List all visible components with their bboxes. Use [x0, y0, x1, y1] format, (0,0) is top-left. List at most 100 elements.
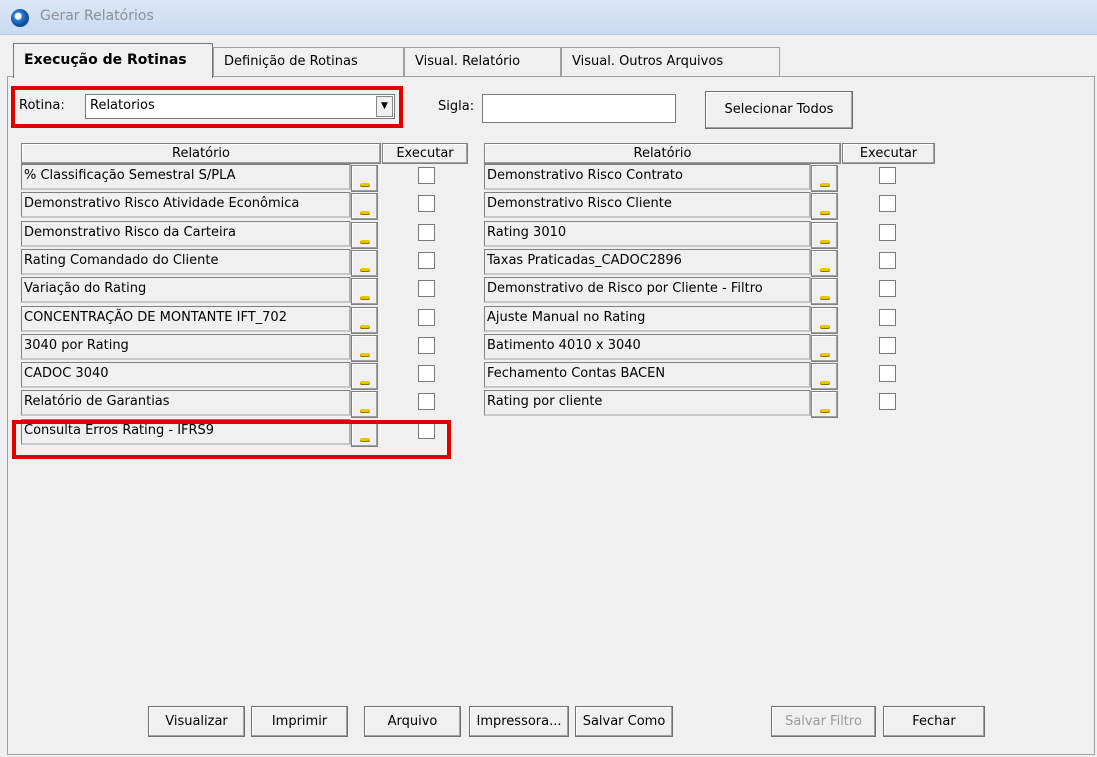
- report-name: Demonstrativo Risco da Carteira: [21, 220, 351, 247]
- ellipsis-button[interactable]: [811, 334, 838, 362]
- fechar-button[interactable]: Fechar: [883, 706, 985, 737]
- title-bar: Gerar Relatórios: [0, 0, 1097, 35]
- report-name: CADOC 3040: [21, 362, 351, 389]
- report-name: Relatório de Garantias: [21, 390, 351, 417]
- ellipsis-button[interactable]: [811, 249, 838, 277]
- executar-checkbox[interactable]: [879, 195, 896, 213]
- executar-checkbox[interactable]: [418, 308, 435, 326]
- ellipsis-icon: [360, 324, 370, 329]
- imprimir-button[interactable]: Imprimir: [251, 706, 348, 737]
- ellipsis-button[interactable]: [351, 249, 378, 277]
- report-name: Variação do Rating: [21, 277, 351, 304]
- report-name: CONCENTRAÇÃO DE MONTANTE IFT_702: [21, 305, 351, 332]
- report-name: % Classificação Semestral S/PLA: [21, 164, 351, 190]
- ellipsis-button[interactable]: [351, 334, 378, 362]
- executar-checkbox[interactable]: [418, 421, 435, 439]
- impressora-button[interactable]: Impressora...: [469, 706, 569, 737]
- report-name: Taxas Praticadas_CADOC2896: [484, 248, 811, 275]
- ellipsis-button[interactable]: [351, 165, 378, 192]
- executar-checkbox[interactable]: [879, 251, 896, 269]
- executar-checkbox[interactable]: [418, 280, 435, 298]
- executar-checkbox[interactable]: [418, 251, 435, 269]
- ellipsis-button[interactable]: [351, 391, 378, 419]
- executar-checkbox[interactable]: [879, 365, 896, 383]
- ellipsis-button[interactable]: [351, 278, 378, 306]
- report-name: Demonstrativo de Risco por Cliente - Fil…: [484, 277, 811, 304]
- window-client: Execução de Rotinas Definição de Rotinas…: [7, 36, 1097, 757]
- executar-checkbox[interactable]: [879, 280, 896, 298]
- executar-checkbox[interactable]: [879, 336, 896, 354]
- report-name: Demonstrativo Risco Atividade Econômica: [21, 192, 351, 219]
- tab-strip: Execução de Rotinas Definição de Rotinas…: [7, 43, 1097, 78]
- report-name: Rating 3010: [484, 220, 811, 247]
- rotina-select[interactable]: Relatorios ▼: [85, 94, 395, 119]
- report-name: Demonstrativo Risco Contrato: [484, 164, 811, 190]
- ellipsis-icon: [820, 409, 830, 414]
- ellipsis-icon: [360, 239, 370, 244]
- ellipsis-button[interactable]: [351, 306, 378, 334]
- executar-checkbox[interactable]: [418, 223, 435, 241]
- executar-checkbox[interactable]: [879, 223, 896, 241]
- executar-checkbox[interactable]: [879, 393, 896, 411]
- ellipsis-icon: [820, 296, 830, 301]
- ellipsis-button[interactable]: [351, 221, 378, 249]
- ellipsis-button[interactable]: [811, 391, 838, 419]
- tab-panel: Rotina: Relatorios ▼ Sigla: Selecionar T…: [7, 76, 1095, 755]
- tab-definicao-de-rotinas[interactable]: Definição de Rotinas: [213, 47, 404, 77]
- arquivo-button[interactable]: Arquivo: [364, 706, 461, 737]
- ellipsis-button[interactable]: [811, 193, 838, 221]
- tab-execucao-de-rotinas[interactable]: Execução de Rotinas: [13, 43, 213, 78]
- ellipsis-icon: [820, 324, 830, 329]
- tab-visual-relatorio[interactable]: Visual. Relatório: [404, 47, 561, 77]
- right-executar-header: Executar: [842, 143, 935, 164]
- left-executar-header: Executar: [382, 143, 468, 164]
- executar-checkbox[interactable]: [879, 308, 896, 326]
- executar-checkbox[interactable]: [418, 167, 435, 184]
- ellipsis-icon: [360, 409, 370, 414]
- report-name: Batimento 4010 x 3040: [484, 333, 811, 360]
- salvar-como-button[interactable]: Salvar Como: [575, 706, 673, 737]
- executar-checkbox[interactable]: [418, 336, 435, 354]
- app-logo-icon: [11, 9, 29, 27]
- executar-checkbox[interactable]: [418, 393, 435, 411]
- rotina-label: Rotina:: [19, 98, 65, 113]
- report-name: Rating por cliente: [484, 390, 811, 417]
- report-name: Rating Comandado do Cliente: [21, 248, 351, 275]
- ellipsis-icon: [360, 381, 370, 386]
- ellipsis-icon: [820, 267, 830, 272]
- ellipsis-icon: [820, 183, 830, 187]
- ellipsis-button[interactable]: [351, 419, 378, 447]
- ellipsis-icon: [360, 211, 370, 216]
- visualizar-button[interactable]: Visualizar: [148, 706, 245, 737]
- executar-checkbox[interactable]: [879, 167, 896, 184]
- select-all-button[interactable]: Selecionar Todos: [705, 91, 853, 129]
- report-name: 3040 por Rating: [21, 333, 351, 360]
- ellipsis-button[interactable]: [811, 278, 838, 306]
- report-name: Fechamento Contas BACEN: [484, 362, 811, 389]
- ellipsis-button[interactable]: [351, 363, 378, 391]
- ellipsis-icon: [360, 267, 370, 272]
- ellipsis-button[interactable]: [351, 193, 378, 221]
- ellipsis-icon: [360, 352, 370, 357]
- ellipsis-button[interactable]: [811, 165, 838, 192]
- ellipsis-icon: [820, 239, 830, 244]
- salvar-filtro-button[interactable]: Salvar Filtro: [771, 706, 876, 737]
- report-name: Demonstrativo Risco Cliente: [484, 192, 811, 219]
- ellipsis-icon: [360, 183, 370, 187]
- executar-checkbox[interactable]: [418, 195, 435, 213]
- ellipsis-icon: [360, 296, 370, 301]
- right-relatorio-header: Relatório: [484, 143, 841, 164]
- sigla-input[interactable]: [482, 94, 676, 123]
- left-relatorio-header: Relatório: [21, 143, 381, 164]
- window-title: Gerar Relatórios: [40, 8, 154, 24]
- tab-visual-outros-arquivos[interactable]: Visual. Outros Arquivos: [561, 47, 780, 77]
- ellipsis-button[interactable]: [811, 221, 838, 249]
- ellipsis-button[interactable]: [811, 363, 838, 391]
- ellipsis-icon: [820, 352, 830, 357]
- ellipsis-button[interactable]: [811, 306, 838, 334]
- chevron-down-icon[interactable]: ▼: [376, 96, 393, 117]
- ellipsis-icon: [360, 437, 370, 442]
- report-name: Ajuste Manual no Rating: [484, 305, 811, 332]
- ellipsis-icon: [820, 211, 830, 216]
- executar-checkbox[interactable]: [418, 365, 435, 383]
